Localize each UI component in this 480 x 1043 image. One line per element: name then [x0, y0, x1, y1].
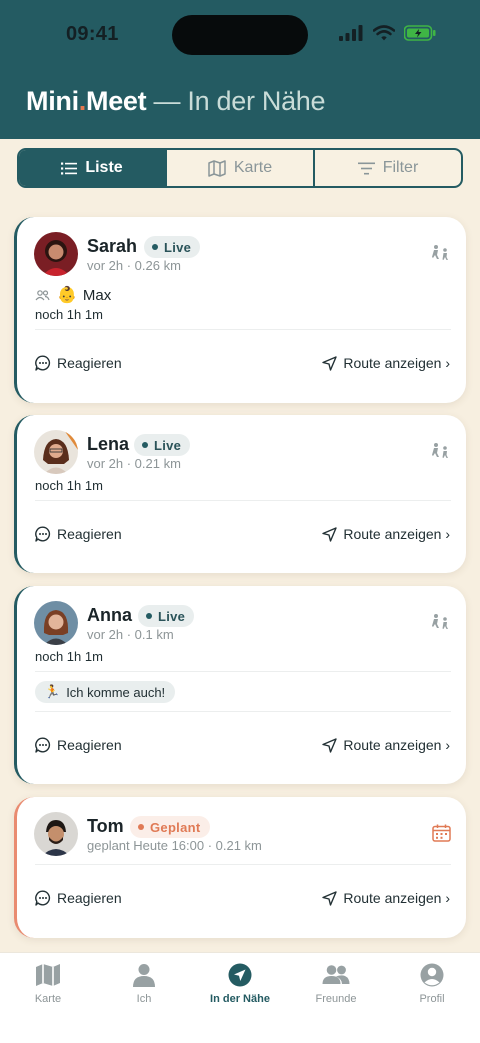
member-name: Max — [82, 286, 112, 304]
navigation-icon — [322, 890, 338, 906]
react-button[interactable]: Reagieren — [35, 737, 122, 753]
card-actions: Reagieren Route anzeigen › — [35, 524, 450, 544]
group-walk-icon — [432, 245, 448, 260]
divider — [35, 711, 451, 712]
status-icons — [339, 25, 436, 41]
status-badge: Geplant — [130, 816, 210, 838]
activity-card-sarah[interactable]: Sarah Live vor 2h · 0.26 km 👶 Max noch 1… — [14, 217, 466, 403]
tab-profil[interactable]: Profil — [384, 953, 480, 1043]
navigation-icon — [322, 355, 338, 371]
activity-meta: vor 2h · 0.21 km — [87, 456, 181, 471]
page-title: Mini.Meet — In der Nähe — [26, 86, 326, 116]
chat-icon — [35, 890, 51, 906]
battery-icon — [404, 25, 436, 41]
activity-card-anna[interactable]: Anna Live vor 2h · 0.1 km noch 1h 1m 🏃 I… — [14, 586, 466, 784]
chat-icon — [35, 737, 51, 753]
view-segmented-control: Liste Karte Filter — [17, 148, 463, 188]
user-name: Anna — [87, 605, 132, 625]
wifi-icon — [373, 25, 395, 41]
segment-filter-label: Filter — [382, 159, 419, 176]
card-actions: Reagieren Route anzeigen › — [35, 735, 450, 755]
bottom-tab-bar: Karte Ich In der Nähe Freunde Profil — [0, 952, 480, 1043]
react-button[interactable]: Reagieren — [35, 355, 122, 371]
signal-icon — [339, 25, 363, 41]
profile-icon — [420, 963, 444, 987]
chat-icon — [35, 526, 51, 542]
route-link[interactable]: Route anzeigen › — [322, 526, 450, 542]
divider — [35, 329, 451, 330]
status-time: 09:41 — [66, 23, 119, 45]
divider — [35, 671, 451, 672]
member-emoji: 👶 — [57, 287, 77, 304]
card-actions: Reagieren Route anzeigen › — [35, 888, 450, 908]
segment-map-label: Karte — [233, 159, 273, 176]
group-walk-icon — [432, 614, 448, 629]
time-remaining: noch 1h 1m — [35, 478, 103, 493]
navigation-icon — [322, 737, 338, 753]
react-button[interactable]: Reagieren — [35, 890, 122, 906]
activity-meta: vor 2h · 0.1 km — [87, 627, 174, 642]
segment-list[interactable]: Liste — [19, 150, 165, 186]
avatar[interactable] — [34, 232, 78, 276]
card-actions: Reagieren Route anzeigen › — [35, 353, 450, 373]
avatar[interactable] — [34, 601, 78, 645]
activity-card-tom[interactable]: Tom Geplant geplant Heute 16:00 · 0.21 k… — [14, 797, 466, 938]
activity-meta: vor 2h · 0.26 km — [87, 258, 181, 273]
user-name: Sarah — [87, 236, 138, 256]
group-row: 👶 Max — [35, 285, 111, 305]
list-icon — [61, 162, 78, 174]
friends-icon — [322, 965, 350, 984]
activity-meta: geplant Heute 16:00 · 0.21 km — [87, 838, 262, 853]
tab-karte[interactable]: Karte — [0, 953, 96, 1043]
react-button[interactable]: Reagieren — [35, 526, 122, 542]
calendar-icon — [432, 824, 451, 842]
avatar[interactable] — [34, 812, 78, 856]
avatar[interactable] — [34, 430, 78, 474]
group-walk-icon — [432, 443, 448, 458]
chat-icon — [35, 355, 51, 371]
time-remaining: noch 1h 1m — [35, 649, 103, 664]
person-icon — [133, 964, 155, 987]
location-arrow-icon — [228, 963, 252, 987]
map-icon — [36, 964, 60, 986]
status-badge: Live — [138, 605, 195, 627]
dynamic-island — [172, 15, 308, 55]
divider — [35, 500, 451, 501]
route-link[interactable]: Route anzeigen › — [322, 737, 450, 753]
people-icon — [35, 289, 50, 300]
tab-ich[interactable]: Ich — [96, 953, 192, 1043]
navigation-icon — [322, 526, 338, 542]
map-icon — [208, 159, 226, 177]
tab-freunde[interactable]: Freunde — [288, 953, 384, 1043]
segment-filter[interactable]: Filter — [313, 150, 461, 186]
time-remaining: noch 1h 1m — [35, 307, 103, 322]
filter-icon — [357, 162, 375, 174]
divider — [35, 864, 451, 865]
route-link[interactable]: Route anzeigen › — [322, 355, 450, 371]
tab-in-der-naehe[interactable]: In der Nähe — [192, 953, 288, 1043]
response-chip[interactable]: 🏃 Ich komme auch! — [35, 681, 176, 703]
user-name: Lena — [87, 434, 130, 454]
status-badge: Live — [144, 236, 201, 258]
activity-card-lena[interactable]: Lena Live vor 2h · 0.21 km noch 1h 1m Re… — [14, 415, 466, 573]
runner-emoji: 🏃 — [44, 684, 61, 699]
user-name: Tom — [87, 816, 124, 836]
status-badge: Live — [134, 434, 191, 456]
segment-map[interactable]: Karte — [165, 150, 313, 186]
segment-list-label: Liste — [85, 159, 123, 176]
route-link[interactable]: Route anzeigen › — [322, 890, 450, 906]
app-header: 09:41 Mini.Meet — In der Nähe — [0, 0, 480, 139]
